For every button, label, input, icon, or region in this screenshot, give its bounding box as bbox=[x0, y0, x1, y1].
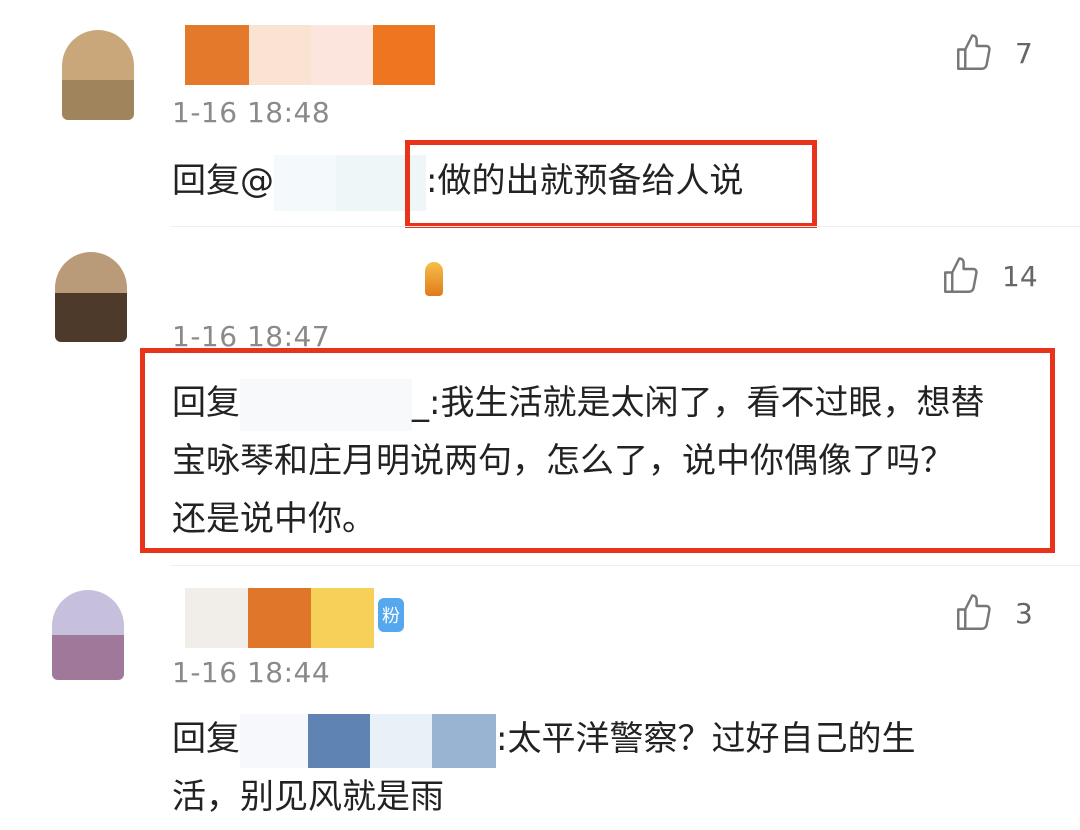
like-button[interactable]: 14 bbox=[940, 255, 1038, 297]
mention-masked bbox=[432, 713, 496, 768]
reply-line-1: :太平洋警察？过好自己的生 bbox=[496, 719, 916, 759]
like-count: 7 bbox=[1015, 36, 1033, 70]
reply-prefix: 回复@ bbox=[172, 161, 274, 201]
divider bbox=[170, 226, 1080, 227]
highlight-box bbox=[405, 140, 817, 228]
flame-icon bbox=[425, 262, 443, 296]
like-button[interactable]: 3 bbox=[953, 592, 1033, 634]
avatar[interactable] bbox=[62, 30, 134, 120]
comment-item-3: 粉 3 1-16 18:44 回复 :太平洋警察？过好自己的生 活，别见风就是雨 bbox=[0, 570, 1080, 830]
highlight-box bbox=[140, 348, 1055, 553]
username-masked[interactable] bbox=[185, 588, 374, 648]
thumb-up-icon bbox=[957, 594, 991, 630]
mention-masked bbox=[370, 713, 432, 768]
mention-masked bbox=[308, 713, 370, 768]
comment-item-1: 7 1-16 18:48 回复@:做的出就预备给人说 bbox=[0, 0, 1080, 230]
like-count: 3 bbox=[1015, 596, 1033, 630]
mention-masked[interactable] bbox=[240, 713, 308, 768]
thumb-up-icon bbox=[944, 257, 978, 293]
divider bbox=[170, 565, 1080, 566]
comment-item-2: 14 1-16 18:47 回复 _:我生活就是太闲了，看不过眼，想替 宝咏琴和庄… bbox=[0, 230, 1080, 560]
reply-prefix: 回复 bbox=[172, 719, 240, 759]
mention-masked[interactable] bbox=[274, 154, 336, 211]
comment-time: 1-16 18:44 bbox=[172, 656, 331, 689]
like-count: 14 bbox=[1002, 259, 1038, 293]
avatar[interactable] bbox=[52, 590, 124, 680]
like-button[interactable]: 7 bbox=[953, 32, 1033, 74]
reply-line-2: 活，别见风就是雨 bbox=[172, 777, 444, 817]
avatar[interactable] bbox=[55, 252, 127, 342]
username-masked[interactable] bbox=[185, 25, 435, 85]
thumb-up-icon bbox=[957, 34, 991, 70]
fan-badge[interactable]: 粉 bbox=[378, 598, 404, 632]
comment-time: 1-16 18:48 bbox=[172, 96, 331, 129]
reply-text: 回复 :太平洋警察？过好自己的生 活，别见风就是雨 bbox=[172, 710, 915, 826]
